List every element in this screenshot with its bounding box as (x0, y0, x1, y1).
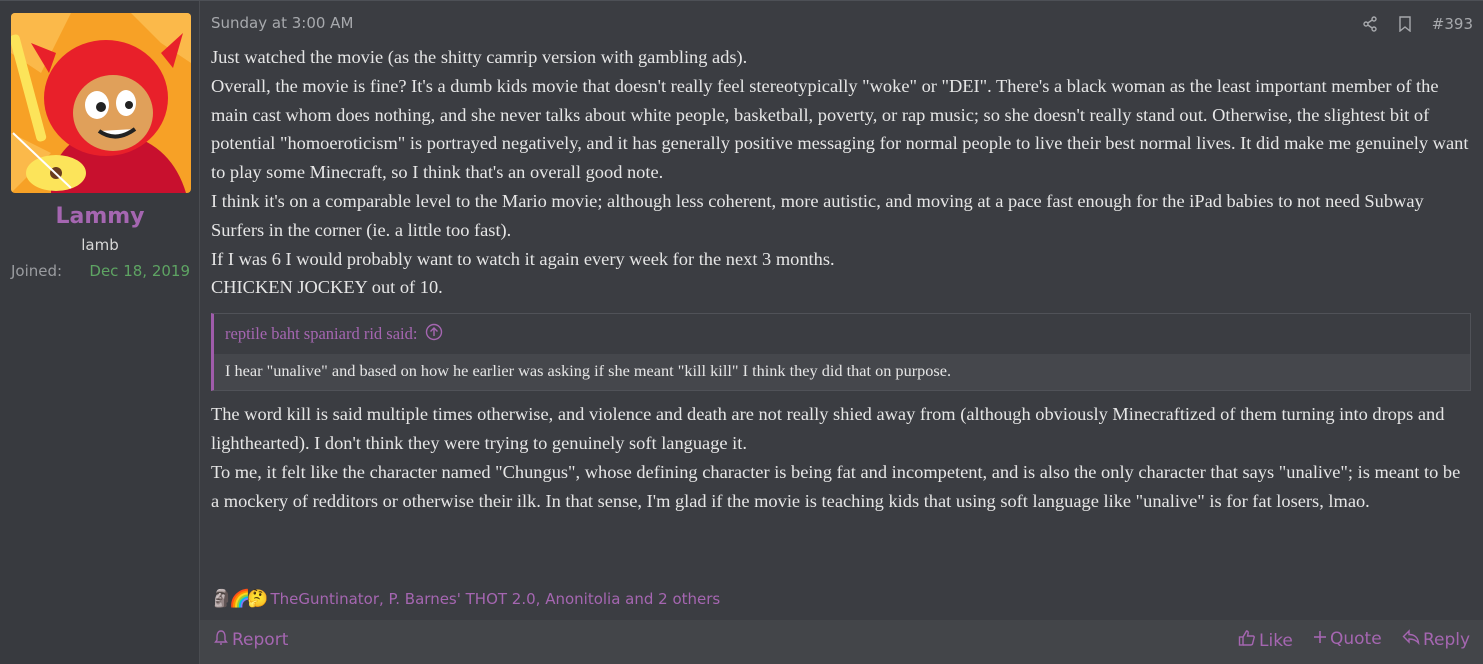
reactions-bar[interactable]: 🗿 🌈 🤔 TheGuntinator, P. Barnes' THOT 2.0… (211, 587, 720, 611)
user-sidebar: Lammy lamb Joined: Dec 18, 2019 (0, 1, 200, 664)
post-paragraph: I think it's on a comparable level to th… (211, 190, 1424, 240)
quote-author[interactable]: reptile baht spaniard rid said: (225, 324, 417, 344)
post-date[interactable]: Sunday at 3:00 AM (211, 14, 353, 32)
plus-icon (1313, 629, 1327, 649)
post-paragraph: Just watched the movie (as the shitty ca… (211, 47, 748, 67)
avatar[interactable] (11, 13, 191, 193)
quote-text: I hear "unalive" and based on how he ear… (214, 354, 1470, 391)
thumbs-up-icon (1238, 629, 1256, 652)
post-paragraph: Overall, the movie is fine? It's a dumb … (211, 75, 1469, 183)
like-button[interactable]: Like (1238, 629, 1293, 652)
like-label: Like (1259, 630, 1293, 651)
reply-arrow-icon (1402, 629, 1420, 650)
reply-button[interactable]: Reply (1402, 629, 1470, 650)
post-paragraph: CHICKEN JOCKEY out of 10. (211, 277, 443, 298)
share-icon[interactable] (1362, 16, 1378, 32)
post-paragraph: To me, it felt like the character named … (211, 461, 1461, 511)
post-paragraph: If I was 6 I would probably want to watc… (211, 248, 835, 269)
joined-label: Joined: (11, 262, 63, 280)
arrow-up-circle-icon[interactable] (417, 323, 443, 346)
thinking-face-icon: 🤔 (247, 589, 269, 609)
quote-block: reptile baht spaniard rid said: I hear "… (211, 313, 1471, 392)
reply-label: Reply (1423, 629, 1471, 650)
forum-post: Lammy lamb Joined: Dec 18, 2019 Sunday a… (0, 0, 1483, 664)
post-paragraph: The word kill is said multiple times oth… (211, 404, 1445, 453)
joined-date: Dec 18, 2019 (89, 262, 190, 280)
post-body: Just watched the movie (as the shitty ca… (211, 43, 1473, 515)
flag-icon (213, 629, 229, 650)
username[interactable]: Lammy (0, 204, 200, 229)
quote-header[interactable]: reptile baht spaniard rid said: (214, 314, 1470, 355)
reaction-icons: 🗿 🌈 🤔 (211, 589, 269, 609)
report-label: Report (232, 629, 289, 650)
report-button[interactable]: Report (213, 629, 288, 650)
post-tools: #393 (1362, 12, 1473, 36)
bookmark-icon[interactable] (1398, 16, 1412, 32)
quote-label: Quote (1330, 629, 1382, 649)
post-footer: Report Like Quote Reply (200, 620, 1483, 664)
user-title: lamb (81, 236, 119, 254)
quote-button[interactable]: Quote (1313, 629, 1382, 649)
post-number[interactable]: #393 (1432, 15, 1473, 33)
reaction-users[interactable]: TheGuntinator, P. Barnes' THOT 2.0, Anon… (271, 590, 721, 608)
